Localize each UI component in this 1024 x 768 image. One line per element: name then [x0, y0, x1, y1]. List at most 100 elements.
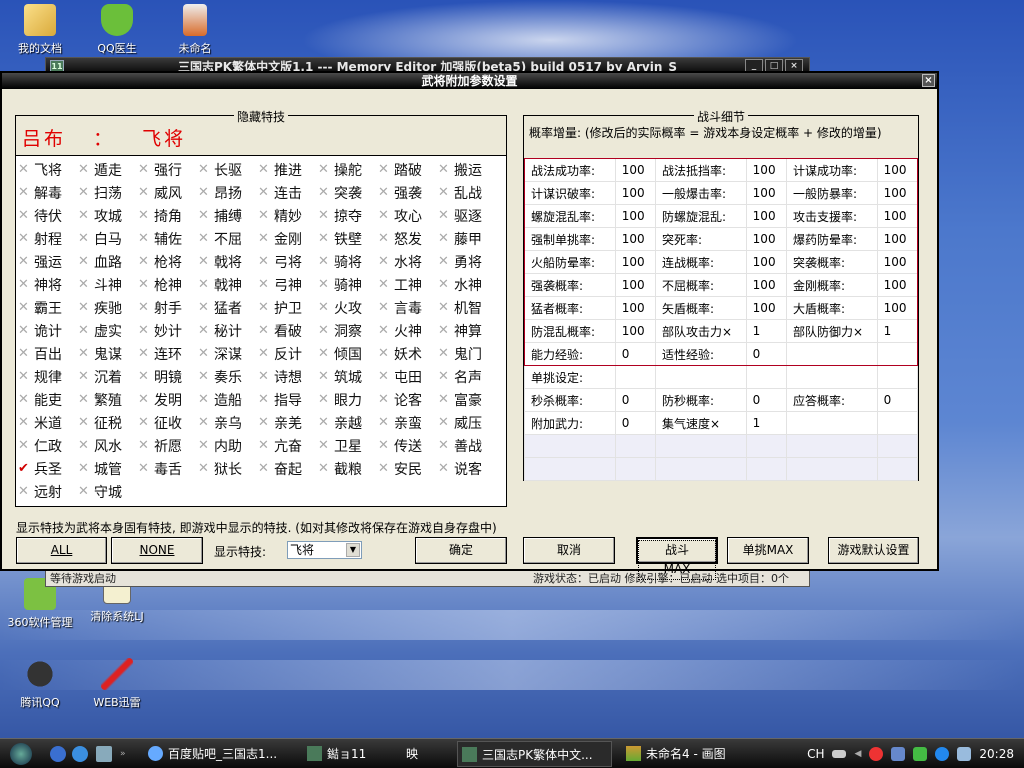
stat-value-field[interactable]: 100	[614, 181, 656, 205]
skill-checkbox[interactable]: ✕ 奋起	[258, 457, 318, 480]
skill-checkbox[interactable]: ✕ 仁政	[18, 434, 78, 457]
skill-checkbox[interactable]: ✕ 弓神	[258, 273, 318, 296]
skill-checkbox[interactable]: ✕ 弓将	[258, 250, 318, 273]
skill-checkbox[interactable]: ✕ 诗想	[258, 365, 318, 388]
skill-checkbox[interactable]: ✕ 霸王	[18, 296, 78, 319]
skill-checkbox[interactable]: ✕ 白马	[78, 227, 138, 250]
skill-checkbox[interactable]: ✕ 不屈	[198, 227, 258, 250]
skill-checkbox[interactable]: ✕ 骑神	[318, 273, 378, 296]
stat-value-field[interactable]: 100	[614, 296, 656, 320]
skill-checkbox[interactable]: ✕ 规律	[18, 365, 78, 388]
skill-checkbox[interactable]: ✕ 枪神	[138, 273, 198, 296]
skill-checkbox[interactable]: ✕ 戟将	[198, 250, 258, 273]
stat-value-field[interactable]: 100	[614, 273, 656, 297]
taskbar-item[interactable]: 百度贴吧_三国志1...	[144, 741, 299, 767]
start-button[interactable]	[10, 743, 32, 765]
skill-checkbox[interactable]: ✕ 射程	[18, 227, 78, 250]
skill-checkbox[interactable]: ✕ 秘计	[198, 319, 258, 342]
skill-checkbox[interactable]: ✕ 截粮	[318, 457, 378, 480]
skill-checkbox[interactable]: ✕ 守城	[78, 480, 138, 503]
skill-checkbox[interactable]: ✕ 内助	[198, 434, 258, 457]
skill-checkbox[interactable]: ✕ 祈愿	[138, 434, 198, 457]
skill-checkbox[interactable]: ✕ 神将	[18, 273, 78, 296]
skill-checkbox[interactable]: ✕ 征税	[78, 411, 138, 434]
game-defaults-button[interactable]: 游戏默认设置	[828, 537, 919, 564]
skill-checkbox[interactable]: ✕ 斗神	[78, 273, 138, 296]
stat-value-field[interactable]: 100	[745, 273, 787, 297]
taskbar-item[interactable]: 未命名4 - 画图	[622, 741, 777, 767]
skill-checkbox[interactable]: ✕ 安民	[378, 457, 438, 480]
skill-checkbox[interactable]: ✕ 论客	[378, 388, 438, 411]
skill-checkbox[interactable]: ✕ 骑将	[318, 250, 378, 273]
stat-value-field[interactable]: 100	[614, 204, 656, 228]
skill-checkbox[interactable]: ✕ 攻城	[78, 204, 138, 227]
skill-checkbox[interactable]: ✕ 铁壁	[318, 227, 378, 250]
stat-value-field[interactable]: 100	[614, 250, 656, 274]
skill-checkbox[interactable]: ✕ 机智	[438, 296, 498, 319]
skill-checkbox[interactable]: ✕ 亢奋	[258, 434, 318, 457]
skill-checkbox[interactable]: ✕ 突袭	[318, 181, 378, 204]
taskbar-item[interactable]: 映	[400, 741, 450, 767]
none-button[interactable]: NONE	[111, 537, 203, 564]
skill-checkbox[interactable]: ✕ 掎角	[138, 204, 198, 227]
stat-value-field[interactable]: 100	[745, 227, 787, 251]
chevron-right-icon[interactable]: »	[120, 746, 130, 762]
skill-checkbox[interactable]: ✕ 毒舌	[138, 457, 198, 480]
skill-checkbox[interactable]: ✕ 水将	[378, 250, 438, 273]
skill-checkbox[interactable]: ✕ 善战	[438, 434, 498, 457]
skill-checkbox[interactable]: ✕ 火攻	[318, 296, 378, 319]
stat-value-field[interactable]: 100	[876, 250, 919, 274]
stat-value-field[interactable]: 100	[876, 227, 919, 251]
stat-value-field[interactable]: 1	[745, 411, 787, 435]
stat-value-field[interactable]: 100	[876, 181, 919, 205]
skill-checkbox[interactable]: ✕ 传送	[378, 434, 438, 457]
skill-checkbox[interactable]: ✕ 发明	[138, 388, 198, 411]
stat-value-field[interactable]: 0	[614, 411, 656, 435]
skill-checkbox[interactable]: ✕ 名声	[438, 365, 498, 388]
all-button[interactable]: ALL	[16, 537, 107, 564]
skill-checkbox[interactable]: ✕ 卫星	[318, 434, 378, 457]
skill-checkbox[interactable]: ✕ 筑城	[318, 365, 378, 388]
stat-value-field[interactable]: 100	[614, 319, 656, 343]
skill-checkbox[interactable]: ✕ 遁走	[78, 158, 138, 181]
skill-checkbox[interactable]: ✕ 怒发	[378, 227, 438, 250]
skill-checkbox[interactable]: ✕ 说客	[438, 457, 498, 480]
taskbar-item-active[interactable]: 三国志PK繁体中文...	[457, 741, 612, 767]
skill-checkbox[interactable]: ✕ 金刚	[258, 227, 318, 250]
skill-checkbox[interactable]: ✕ 明镜	[138, 365, 198, 388]
skill-checkbox[interactable]: ✕ 能吏	[18, 388, 78, 411]
chevron-down-icon[interactable]: ▼	[346, 543, 360, 557]
skill-checkbox[interactable]: ✕ 强行	[138, 158, 198, 181]
skill-checkbox[interactable]: ✕ 掠夺	[318, 204, 378, 227]
stat-value-field[interactable]: 0	[876, 388, 919, 412]
skill-checkbox[interactable]: ✕ 鬼谋	[78, 342, 138, 365]
desktop-icon-qq[interactable]: 腾讯QQ	[0, 658, 80, 710]
cancel-button[interactable]: 取消	[523, 537, 615, 564]
skill-checkbox[interactable]: ✕ 亲乌	[198, 411, 258, 434]
skill-checkbox[interactable]: ✕ 神算	[438, 319, 498, 342]
skill-checkbox[interactable]: ✕ 强袭	[378, 181, 438, 204]
stat-value-field[interactable]: 100	[876, 296, 919, 320]
keyboard-icon[interactable]	[832, 750, 847, 758]
skill-checkbox[interactable]: ✕ 城管	[78, 457, 138, 480]
skill-checkbox[interactable]: ✕ 踏破	[378, 158, 438, 181]
skill-checkbox[interactable]: ✕ 鬼门	[438, 342, 498, 365]
360-tray-icon[interactable]	[913, 747, 928, 761]
battle-max-button[interactable]: 战斗MAX	[636, 537, 718, 580]
skill-checkbox[interactable]: ✕ 倾国	[318, 342, 378, 365]
stat-value-field[interactable]: 100	[745, 204, 787, 228]
skill-checkbox[interactable]: ✕ 昂扬	[198, 181, 258, 204]
network-icon[interactable]	[891, 747, 906, 761]
skill-checkbox[interactable]: ✕ 洞察	[318, 319, 378, 342]
skill-checkbox[interactable]: ✕ 待伏	[18, 204, 78, 227]
skill-checkbox[interactable]: ✕ 藤甲	[438, 227, 498, 250]
skill-checkbox[interactable]: ✕ 水神	[438, 273, 498, 296]
close-icon[interactable]: ×	[922, 74, 935, 87]
skill-checkbox[interactable]: ✕ 虚实	[78, 319, 138, 342]
dialog-titlebar[interactable]: 武将附加参数设置 ×	[2, 73, 937, 89]
browser-tray-icon[interactable]	[935, 747, 950, 761]
skill-checkbox[interactable]: ✕ 眼力	[318, 388, 378, 411]
stat-value-field[interactable]: 100	[745, 158, 787, 182]
desktop-icon-qq-doctor[interactable]: QQ医生	[77, 4, 157, 56]
stat-value-field[interactable]: 100	[745, 296, 787, 320]
